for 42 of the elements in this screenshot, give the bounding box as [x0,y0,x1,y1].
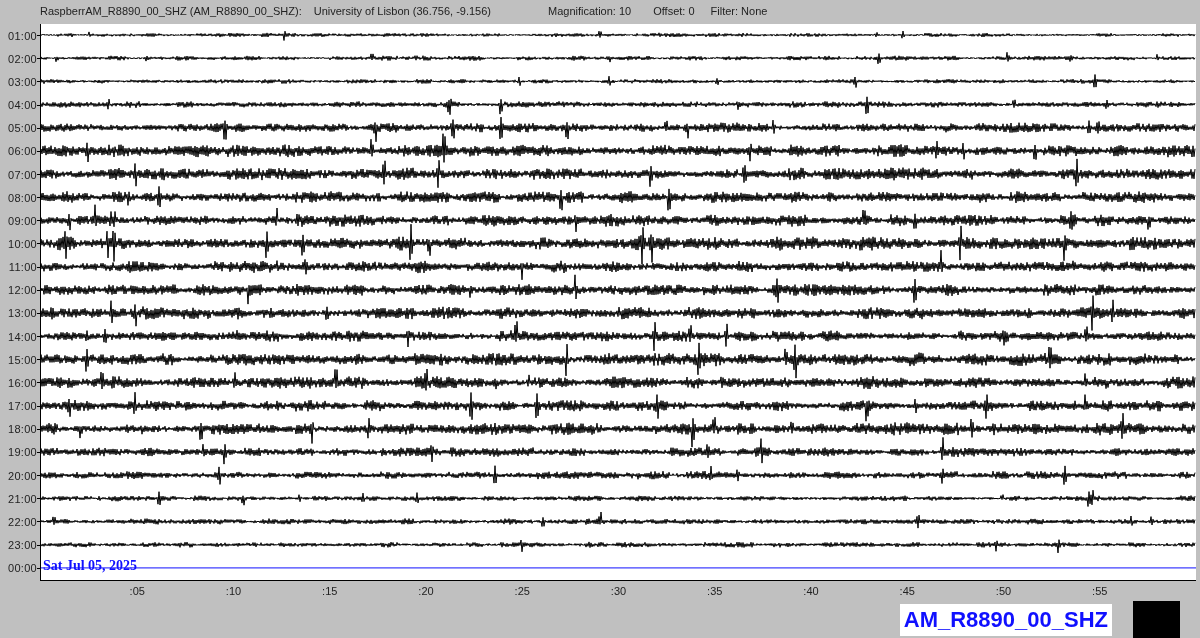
hour-label: 13:00 [7,307,37,320]
hour-label: 09:00 [7,214,37,227]
hour-label: 22:00 [7,515,37,528]
offset-label: Offset: 0 [653,5,695,17]
minute-tick-label: :35 [707,585,723,597]
hour-label: 11:00 [8,261,37,274]
hour-label: 14:00 [7,330,37,343]
hour-label: 18:00 [7,423,37,436]
hour-label: 15:00 [7,353,37,366]
minute-tick-label: :55 [1092,585,1108,597]
hour-label: 04:00 [7,99,37,112]
color-swatch [1133,601,1180,638]
hour-label: 23:00 [7,539,37,551]
minute-tick-label: :15 [322,585,338,597]
minute-tick-label: :30 [610,585,627,597]
hour-label: 17:00 [7,400,37,413]
station-location: University of Lisbon (36.756, -9.156) [313,5,491,17]
hour-label: 06:00 [7,145,37,158]
channel-label: AM_R8890_00_SHZ [899,603,1112,636]
hour-label: 02:00 [7,52,37,65]
station-title: RaspberrAM_R8890_00_SHZ (AM_R8890_00_SHZ): [40,5,302,17]
filter-label: Filter: None [710,5,768,17]
hour-label: 07:00 [7,168,37,181]
minute-tick-label: :40 [803,585,819,597]
minute-tick-label: :10 [225,585,242,597]
hour-label: 08:00 [7,191,37,204]
minute-tick-label: :20 [418,585,434,597]
hour-label: 01:00 [7,29,37,42]
hour-label: 05:00 [7,122,37,135]
minute-tick-label: :05 [129,585,145,597]
minute-tick-label: :50 [995,585,1012,597]
hour-label: 00:00 [7,562,37,575]
hour-label: 10:00 [7,238,37,250]
hour-label: 21:00 [7,492,37,505]
minute-tick-label: :25 [514,585,530,597]
hour-label: 20:00 [7,469,37,482]
magnification-label: Magnification: 10 [548,5,632,17]
hour-label: 16:00 [7,376,37,389]
hour-label: 03:00 [7,75,37,88]
minute-tick-label: :45 [899,585,915,597]
hour-label: 19:00 [7,446,37,459]
hour-label: 12:00 [7,284,37,297]
